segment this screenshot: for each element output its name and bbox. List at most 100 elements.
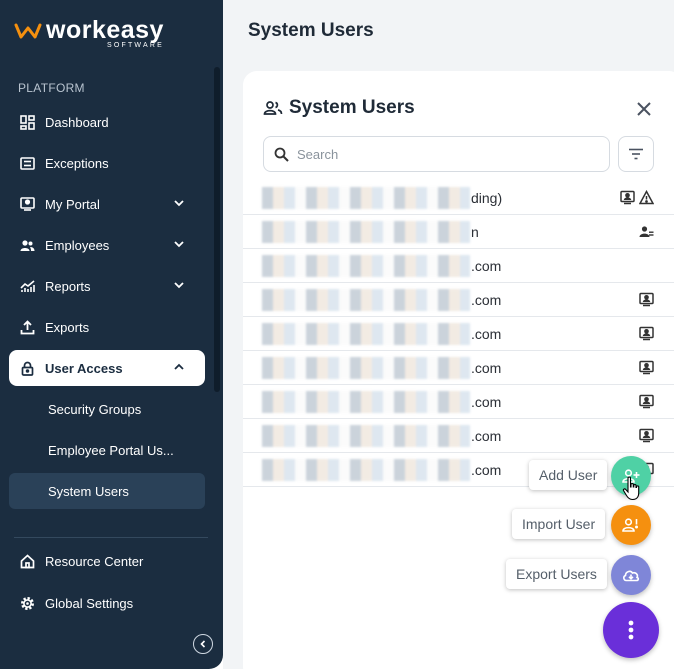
sidebar-item-global-settings[interactable]: Global Settings [9, 585, 205, 621]
import-user-label[interactable]: Import User [512, 509, 606, 539]
sidebar-subitem-label: Employee Portal Us... [48, 442, 174, 458]
chevron-down-icon[interactable] [173, 279, 185, 291]
sidebar-item-label: Exports [45, 319, 90, 335]
sidebar-item-label: Resource Center [45, 553, 144, 569]
search-input[interactable] [297, 146, 577, 162]
filter-icon [629, 148, 643, 160]
sidebar-subitem-label: Security Groups [48, 401, 142, 417]
warning-icon [639, 190, 654, 205]
row-text: .com [471, 292, 502, 308]
row-text: .com [471, 326, 502, 342]
close-panel-button[interactable] [634, 99, 654, 119]
sidebar-item-employees[interactable]: Employees [9, 227, 205, 263]
portal-icon [19, 196, 35, 212]
portal-icon [620, 190, 635, 205]
lock-icon [19, 360, 35, 376]
page-title: System Users [248, 20, 374, 41]
cloud-download-icon [623, 570, 640, 582]
chevron-down-icon[interactable] [173, 238, 185, 250]
users-icon [19, 237, 35, 253]
export-users-button[interactable] [611, 555, 651, 595]
list-item[interactable]: .com [243, 385, 674, 419]
sidebar-item-label: Exceptions [45, 155, 109, 171]
redacted-text [262, 289, 470, 311]
brand-name: workeasy [46, 16, 164, 44]
sidebar-item-exports[interactable]: Exports [9, 309, 205, 345]
dashboard-icon [19, 114, 35, 130]
chart-icon [19, 278, 35, 294]
row-text: n [471, 224, 479, 240]
redacted-text [262, 323, 470, 345]
sidebar-item-exceptions[interactable]: Exceptions [9, 145, 205, 181]
export-users-label[interactable]: Export Users [506, 559, 607, 589]
list-item[interactable]: .com [243, 317, 674, 351]
redacted-text [262, 255, 470, 277]
chevron-left-icon [200, 640, 206, 648]
redacted-text [262, 459, 470, 481]
list-item[interactable]: .com [243, 249, 674, 283]
home-icon [19, 553, 35, 569]
row-text: .com [471, 258, 502, 274]
panel-title: System Users [263, 97, 415, 119]
portal-icon [639, 428, 654, 443]
upload-icon [19, 319, 35, 335]
crown-logo-icon [14, 23, 42, 39]
redacted-text [262, 187, 470, 209]
portal-icon [639, 394, 654, 409]
portal-icon [639, 292, 654, 307]
sidebar-item-user-access[interactable]: User Access [9, 350, 205, 386]
sidebar-item-my-portal[interactable]: My Portal [9, 186, 205, 222]
portal-icon [639, 326, 654, 341]
sidebar-scrollbar[interactable] [214, 67, 220, 392]
sidebar-item-label: User Access [45, 360, 123, 376]
search-icon [274, 147, 289, 162]
sidebar-subitem-employee-portal-users[interactable]: Employee Portal Us... [9, 432, 205, 468]
row-text: .com [471, 394, 502, 410]
chevron-down-icon[interactable] [173, 197, 185, 209]
import-user-icon [622, 518, 639, 532]
add-user-label[interactable]: Add User [529, 460, 608, 490]
sidebar-item-label: Global Settings [45, 595, 134, 611]
list-item[interactable]: .com [243, 419, 674, 453]
users-icon [263, 101, 283, 115]
brand-logo[interactable]: workeasy SOFTWARE [14, 18, 164, 50]
users-list: ding) n .com .com .com .com .com .com .c… [243, 181, 674, 487]
portal-icon [639, 360, 654, 375]
list-item[interactable]: ding) [243, 181, 674, 215]
redacted-text [262, 391, 470, 413]
filter-button[interactable] [618, 136, 654, 172]
row-text: .com [471, 360, 502, 376]
list-icon [19, 155, 35, 171]
row-text: .com [471, 428, 502, 444]
sidebar-subitem-system-users[interactable]: System Users [9, 473, 205, 509]
list-item[interactable]: n [243, 215, 674, 249]
sidebar-item-label: Employees [45, 237, 110, 253]
list-item[interactable]: .com [243, 351, 674, 385]
sidebar-item-label: Dashboard [45, 114, 109, 130]
sidebar-subitem-security-groups[interactable]: Security Groups [9, 391, 205, 427]
import-user-button[interactable] [611, 505, 651, 545]
more-vertical-icon [628, 620, 634, 640]
user-admin-icon [639, 224, 654, 239]
section-label-platform: PLATFORM [18, 81, 85, 95]
sidebar-item-dashboard[interactable]: Dashboard [9, 104, 205, 140]
close-icon [637, 102, 651, 116]
row-text: .com [471, 462, 502, 478]
collapse-sidebar-button[interactable] [193, 634, 213, 654]
redacted-text [262, 221, 470, 243]
list-item[interactable]: .com [243, 283, 674, 317]
sidebar-item-reports[interactable]: Reports [9, 268, 205, 304]
row-text: ding) [471, 190, 503, 206]
redacted-text [262, 425, 470, 447]
sidebar-item-label: Reports [45, 278, 91, 294]
gear-icon [19, 595, 35, 611]
redacted-text [262, 357, 470, 379]
speed-dial-menu-button[interactable] [603, 602, 659, 658]
panel-title-text: System Users [289, 97, 415, 118]
sidebar-item-resource-center[interactable]: Resource Center [9, 543, 205, 579]
sidebar-subitem-label: System Users [48, 483, 129, 499]
list-item[interactable]: .com [243, 453, 674, 487]
search-box[interactable] [263, 136, 610, 172]
sidebar: workeasy SOFTWARE PLATFORM Dashboard Exc… [0, 0, 223, 669]
chevron-up-icon[interactable] [173, 361, 185, 373]
